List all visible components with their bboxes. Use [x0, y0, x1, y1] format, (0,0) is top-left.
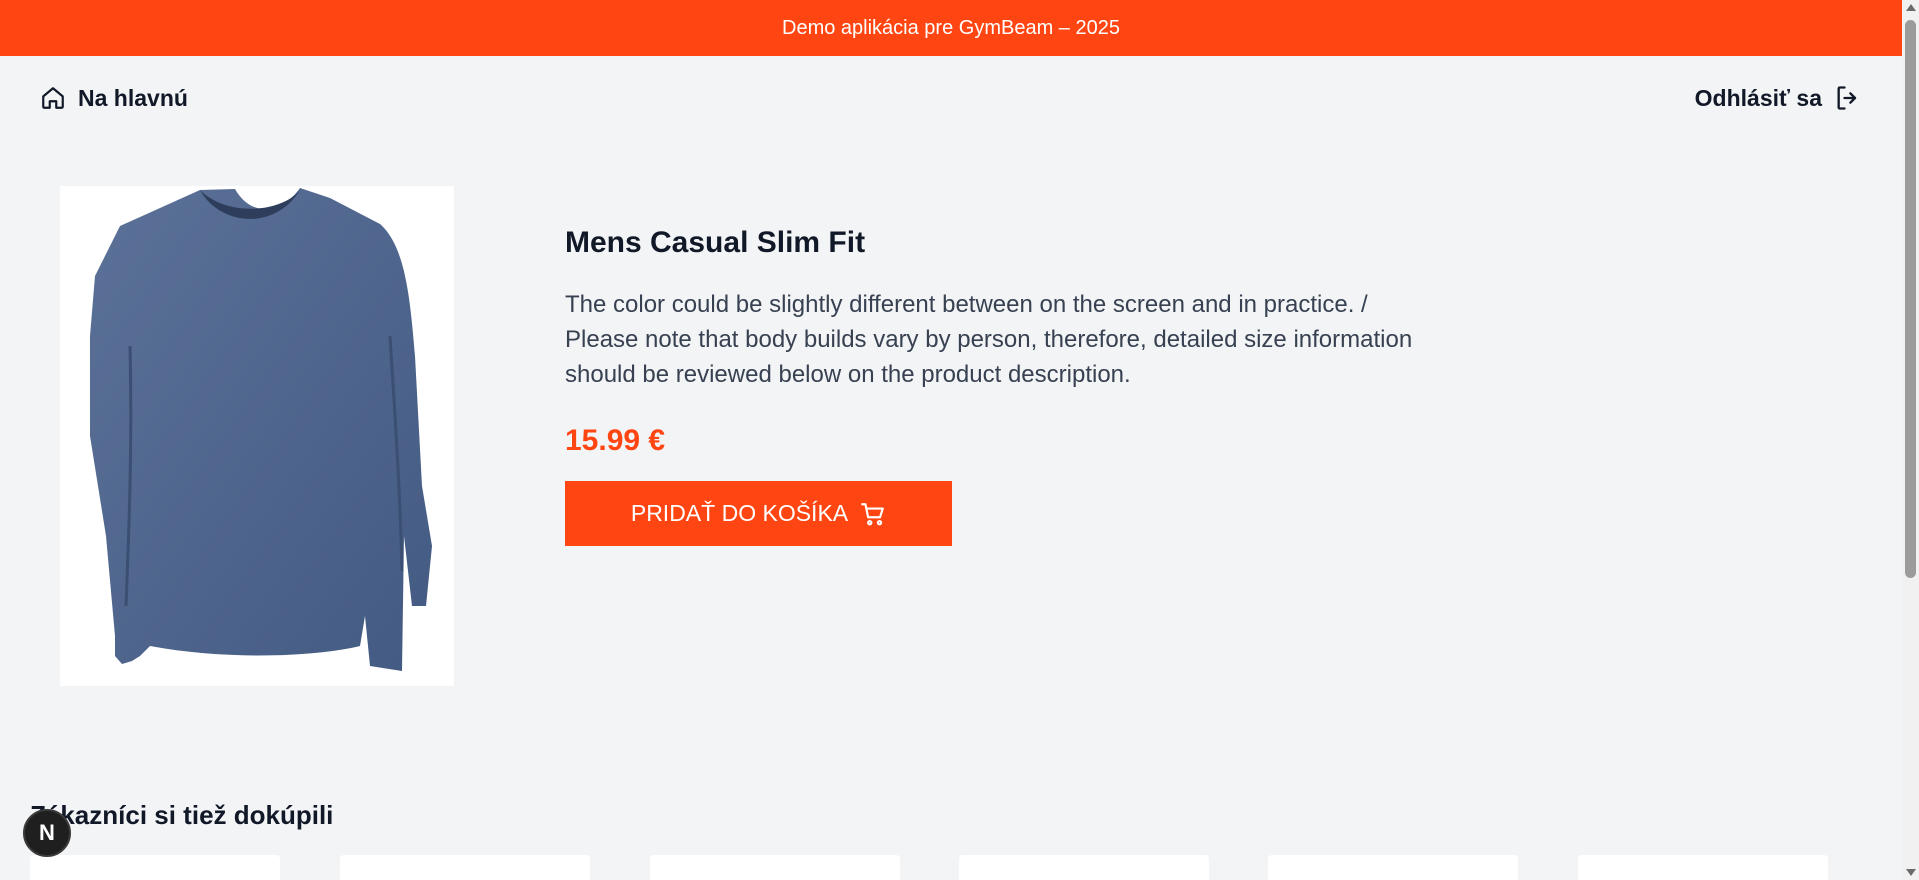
related-product-card[interactable] [1578, 855, 1828, 880]
scroll-down-arrow-icon[interactable] [1906, 869, 1916, 876]
logout-link-label: Odhlásiť sa [1694, 84, 1822, 111]
add-to-cart-button[interactable]: PRIDAŤ DO KOŠÍKA [565, 481, 952, 546]
cart-icon [861, 502, 884, 525]
top-banner: Demo aplikácia pre GymBeam – 2025 [0, 0, 1902, 56]
devtools-badge-letter: N [39, 820, 55, 845]
scroll-thumb[interactable] [1905, 20, 1916, 578]
related-product-card[interactable] [959, 855, 1209, 880]
related-section-title: Zákazníci si tiež dokúpili [30, 800, 334, 830]
home-icon [42, 87, 64, 109]
banner-text: Demo aplikácia pre GymBeam – 2025 [782, 16, 1120, 39]
product-image [60, 186, 454, 686]
product-title: Mens Casual Slim Fit [565, 226, 866, 259]
related-product-card[interactable] [1268, 855, 1518, 880]
related-product-card[interactable] [650, 855, 900, 880]
logout-link[interactable]: Odhlásiť sa [1695, 82, 1862, 114]
home-link[interactable]: Na hlavnú [40, 82, 188, 114]
home-link-label: Na hlavnú [78, 84, 188, 111]
logout-icon [1837, 86, 1857, 110]
product-price: 15.99 € [565, 424, 666, 457]
add-to-cart-label: PRIDAŤ DO KOŠÍKA [630, 500, 849, 526]
related-product-card[interactable] [30, 855, 280, 880]
long-sleeve-tshirt-image [90, 188, 432, 671]
nextjs-devtools-button[interactable]: N [23, 809, 71, 857]
product-description: The color could be slightly different be… [565, 291, 1413, 388]
vertical-scrollbar[interactable] [1902, 0, 1919, 880]
scroll-up-arrow-icon[interactable] [1906, 4, 1916, 11]
related-product-card[interactable] [340, 855, 590, 880]
